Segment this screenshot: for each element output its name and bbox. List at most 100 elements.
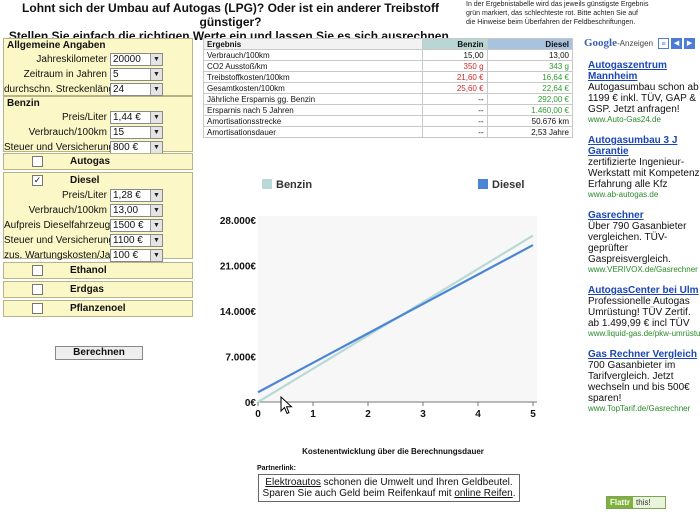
info-icon[interactable]: ≡ <box>658 37 670 49</box>
benzin-verbrauch-select[interactable]: 15 ▼ <box>110 126 163 139</box>
x-tick-label: 1 <box>310 409 316 420</box>
chevron-right-icon[interactable]: ▶ <box>684 37 696 49</box>
chevron-down-icon[interactable]: ▼ <box>150 54 162 65</box>
diesel-value: 1.460,00 € <box>486 104 574 116</box>
elektroautos-link[interactable]: Elektroautos <box>265 477 321 488</box>
diesel-value: 292,00 € <box>486 93 574 105</box>
y-tick-label: 14.000€ <box>220 307 257 318</box>
chevron-down-icon[interactable]: ▼ <box>150 235 162 246</box>
ad-title[interactable]: AutogasCenter bei Ulm <box>588 285 700 296</box>
y-tick-label: 0€ <box>245 398 257 409</box>
benzin-value: -- <box>422 93 488 105</box>
benzin-value: 15,00 <box>422 49 488 61</box>
chevron-down-icon[interactable]: ▼ <box>150 84 162 95</box>
pflanzenoel-checkbox[interactable] <box>32 303 43 314</box>
ad-url[interactable]: www.TopTarif.de/Gasrechner <box>588 404 700 414</box>
autogas-panel: Autogas <box>3 153 193 170</box>
ad-url[interactable]: www.Auto-Gas24.de <box>588 115 700 125</box>
benzin-value: -- <box>422 104 488 116</box>
note-line-2: grün markiert, das schlechteste rot. Bit… <box>466 10 638 17</box>
ad-url[interactable]: www.ab-autogas.de <box>588 190 700 200</box>
ads-header: Google -Anzeigen ≡ ◀ ▶ <box>584 36 700 50</box>
ethanol-panel: Ethanol <box>3 262 193 279</box>
ads-label: -Anzeigen <box>617 38 654 48</box>
field-row-diesel-verbrauch: Verbrauch/100km 13,00 ▼ <box>4 203 192 218</box>
field-row-diesel-wartung: zus. Wartungskosten/Jahr 100 € ▼ <box>4 248 192 263</box>
autogas-checkbox[interactable] <box>32 156 43 167</box>
table-row: CO2 Ausstoß/km 350 g 343 g <box>202 60 574 72</box>
legend-label: Benzin <box>276 179 312 191</box>
select-value: 13,00 <box>113 205 139 216</box>
diesel-panel: ✓ Diesel Preis/Liter 1,28 € ▼ Verbrauch/1… <box>3 172 193 262</box>
jahreskilometer-select[interactable]: 20000 ▼ <box>110 53 163 66</box>
select-value: 1,28 € <box>113 190 141 201</box>
field-label: Aufpreis Dieselfahrzeug <box>4 220 111 231</box>
benzin-panel-title: Benzin <box>7 98 40 109</box>
field-label: Preis/Liter <box>61 190 107 201</box>
field-row-streckenlaenge: durchschn. Streckenlänge 24 ▼ <box>4 82 192 97</box>
ad-item[interactable]: Autogaszentrum Mannheim Autogasumbau scho… <box>584 60 700 125</box>
diesel-preis-select[interactable]: 1,28 € ▼ <box>110 189 163 202</box>
table-row: Gesamtkosten/100km 25,60 €22,64 € <box>202 82 574 94</box>
ad-item[interactable]: Gasrechner Über 790 Gasanbieter vergleich… <box>584 210 700 275</box>
diesel-value: 22,64 € <box>486 82 574 94</box>
row-label: Gesamtkosten/100km <box>202 82 424 94</box>
zeitraum-select[interactable]: 5 ▼ <box>110 68 163 81</box>
field-label: Jahreskilometer <box>36 54 107 65</box>
x-tick-label: 0 <box>255 409 261 420</box>
select-value: 15 <box>113 127 125 138</box>
diesel-checkbox[interactable]: ✓ <box>32 175 43 186</box>
erdgas-checkbox[interactable] <box>32 284 43 295</box>
ad-title[interactable]: Gas Rechner Vergleich <box>588 349 700 360</box>
chevron-down-icon[interactable]: ▼ <box>150 250 162 261</box>
note-line-1: In der Ergebnistabelle wird das jeweils … <box>466 1 649 8</box>
chevron-down-icon[interactable]: ▼ <box>150 220 162 231</box>
diesel-steuer-select[interactable]: 1100 € ▼ <box>110 234 163 247</box>
select-value: 5 <box>113 69 119 80</box>
chevron-down-icon[interactable]: ▼ <box>150 205 162 216</box>
legend-label: Diesel <box>492 179 524 191</box>
ad-body: zertifizierte Ingenieur-Werkstatt mit Ko… <box>588 157 700 190</box>
diesel-header: ✓ Diesel <box>4 173 192 188</box>
calculate-button[interactable]: Berechnen <box>55 346 143 360</box>
benzin-value: 350 g <box>422 60 488 72</box>
pflanzenoel-label: Pflanzenoel <box>70 303 126 314</box>
ad-title[interactable]: Autogasumbau 3 J Garantie <box>588 135 700 157</box>
partner-text-2: Sparen Sie auch Geld beim Reifenkauf mit <box>262 488 455 499</box>
note-line-3: die Hinweise beim Überfahren der Feldbes… <box>466 19 636 26</box>
diesel-value: 13,00 <box>486 49 574 61</box>
field-label: Steuer und Versicherung/Jahr <box>4 235 137 246</box>
benzin-value: 25,60 € <box>422 82 488 94</box>
online-reifen-link[interactable]: online Reifen <box>454 488 512 499</box>
diesel-wartung-select[interactable]: 100 € ▼ <box>110 249 163 262</box>
general-panel-title: Allgemeine Angaben <box>7 40 106 51</box>
chevron-left-icon[interactable]: ◀ <box>671 37 683 49</box>
x-tick-label: 3 <box>420 409 426 420</box>
benzin-preis-select[interactable]: 1,44 € ▼ <box>110 111 163 124</box>
flattr-button[interactable]: Flattr this! <box>606 496 666 509</box>
ad-url[interactable]: www.VERIVOX.de/Gasrechner <box>588 265 700 275</box>
ad-item[interactable]: Autogasumbau 3 J Garantie zertifizierte I… <box>584 135 700 200</box>
streckenlaenge-select[interactable]: 24 ▼ <box>110 83 163 96</box>
row-label: Verbrauch/100km <box>202 49 424 61</box>
erdgas-panel: Erdgas <box>3 281 193 298</box>
diesel-aufpreis-select[interactable]: 1500 € ▼ <box>110 219 163 232</box>
header-diesel: Diesel <box>486 38 574 50</box>
chevron-down-icon[interactable]: ▼ <box>150 190 162 201</box>
diesel-verbrauch-select[interactable]: 13,00 ▼ <box>110 204 163 217</box>
field-label: Zeitraum in Jahren <box>23 69 107 80</box>
header-benzin: Benzin <box>422 38 488 50</box>
chevron-down-icon[interactable]: ▼ <box>150 112 162 123</box>
table-row: Amortisationsstrecke -- 50.676 km <box>202 115 574 127</box>
ad-title[interactable]: Gasrechner <box>588 210 700 221</box>
ad-url[interactable]: www.liquid-gas.de/pkw-umrüstung <box>588 329 700 339</box>
chevron-down-icon[interactable]: ▼ <box>150 142 162 153</box>
ad-item[interactable]: Gas Rechner Vergleich 700 Gasanbieter im … <box>584 349 700 414</box>
chevron-down-icon[interactable]: ▼ <box>150 127 162 138</box>
chevron-down-icon[interactable]: ▼ <box>150 69 162 80</box>
row-label: Ersparnis nach 5 Jahren <box>202 104 424 116</box>
ethanol-checkbox[interactable] <box>32 265 43 276</box>
ad-item[interactable]: AutogasCenter bei Ulm Professionelle Auto… <box>584 285 700 339</box>
select-value: 1500 € <box>113 220 144 231</box>
ad-title[interactable]: Autogaszentrum Mannheim <box>588 60 700 82</box>
